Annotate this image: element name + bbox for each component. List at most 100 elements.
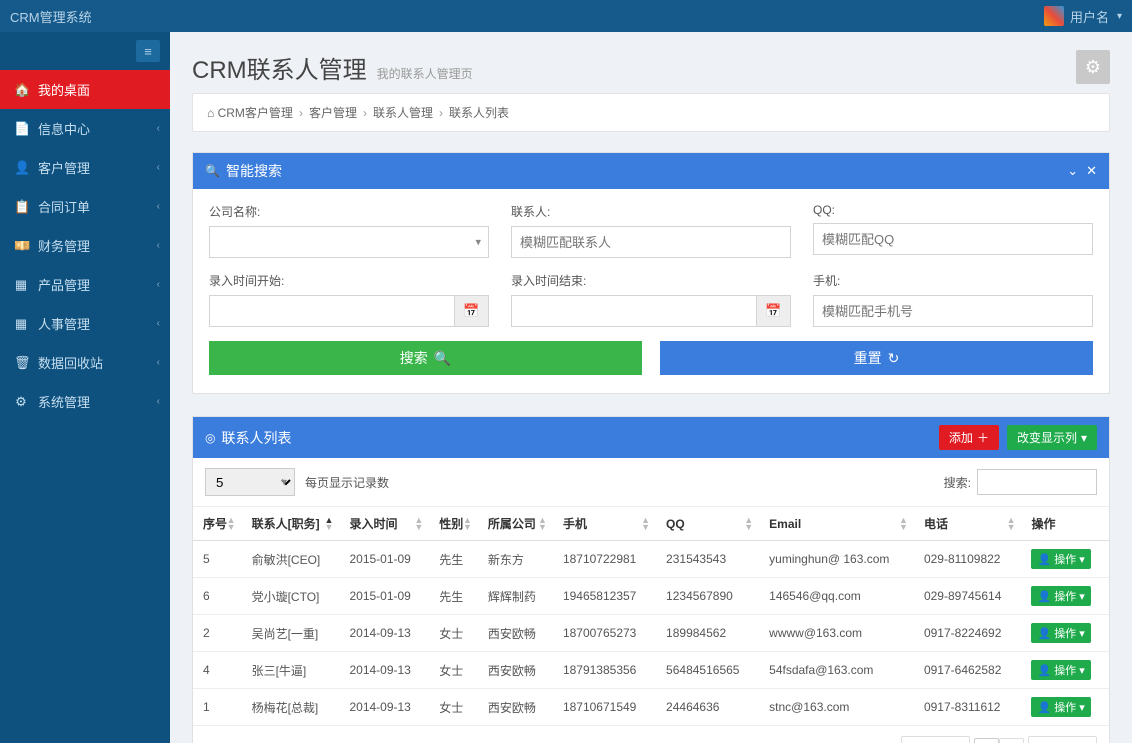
sidebar-item-label: 系统管理 xyxy=(38,392,90,411)
col-header-2[interactable]: 录入时间▲▼ xyxy=(339,507,429,541)
table-cell: 党小璇[CTO] xyxy=(242,578,340,615)
username-label: 用户名 xyxy=(1070,7,1109,26)
chevron-left-icon: ‹ xyxy=(157,123,160,134)
op-label: 操作 xyxy=(1054,588,1076,604)
sidebar-item-6[interactable]: ▦人事管理‹ xyxy=(0,304,170,343)
col-header-8[interactable]: 电话▲▼ xyxy=(914,507,1022,541)
table-cell: 新东方 xyxy=(478,541,553,578)
op-label: 操作 xyxy=(1054,625,1076,641)
home-icon: ⌂ xyxy=(207,106,214,120)
col-header-5[interactable]: 手机▲▼ xyxy=(553,507,656,541)
page-size-select[interactable]: 5 xyxy=(205,468,295,496)
col-header-0[interactable]: 序号▲▼ xyxy=(193,507,242,541)
row-action-button[interactable]: 👤操作▾ xyxy=(1031,623,1090,643)
person-icon: 👤 xyxy=(1037,627,1051,640)
row-action-button[interactable]: 👤操作▾ xyxy=(1031,549,1090,569)
end-date-input[interactable] xyxy=(511,295,757,327)
table-cell-op: 👤操作▾ xyxy=(1021,541,1109,578)
search-button[interactable]: 搜索 🔍 xyxy=(209,341,642,375)
user-menu[interactable]: 用户名 ▾ xyxy=(1044,6,1122,26)
table-cell: 5 xyxy=(193,541,242,578)
col-header-7[interactable]: Email▲▼ xyxy=(759,507,914,541)
row-action-button[interactable]: 👤操作▾ xyxy=(1031,660,1090,680)
table-cell: 女士 xyxy=(429,689,478,726)
sidebar-item-4[interactable]: 💴财务管理‹ xyxy=(0,226,170,265)
contact-input[interactable] xyxy=(511,226,791,258)
breadcrumb-item[interactable]: CRM客户管理 xyxy=(218,106,293,120)
add-button-label: 添加 xyxy=(949,429,973,446)
sidebar-icon: ▦ xyxy=(14,277,28,293)
table-cell: 18700765273 xyxy=(553,615,656,652)
header-label: QQ xyxy=(666,517,685,531)
sidebar-icon: 📋 xyxy=(14,199,28,215)
table-cell: 0917-6462582 xyxy=(914,652,1022,689)
add-button[interactable]: 添加 ＋ xyxy=(939,425,999,450)
close-icon[interactable]: ✕ xyxy=(1086,163,1097,179)
sidebar-item-1[interactable]: 📄信息中心‹ xyxy=(0,109,170,148)
collapse-icon[interactable]: ⌄ xyxy=(1067,163,1078,179)
col-header-1[interactable]: 联系人[职务]▲▼ xyxy=(242,507,340,541)
row-action-button[interactable]: 👤操作▾ xyxy=(1031,586,1090,606)
table-search-input[interactable] xyxy=(977,469,1097,495)
start-date-input[interactable] xyxy=(209,295,455,327)
columns-button[interactable]: 改变显示列 ▾ xyxy=(1007,425,1097,450)
table-cell: 1 xyxy=(193,689,242,726)
table-cell: wwww@163.com xyxy=(759,615,914,652)
refresh-icon: ↻ xyxy=(888,350,900,367)
table-cell: 西安欧畅 xyxy=(478,615,553,652)
sidebar-item-2[interactable]: 👤客户管理‹ xyxy=(0,148,170,187)
header-label: 手机 xyxy=(563,517,587,531)
list-panel-title: 联系人列表 xyxy=(221,428,291,448)
calendar-icon[interactable]: 📅 xyxy=(455,295,489,327)
chevron-down-icon: ▾ xyxy=(1079,664,1085,677)
col-header-4[interactable]: 所属公司▲▼ xyxy=(478,507,553,541)
row-action-button[interactable]: 👤操作▾ xyxy=(1031,697,1090,717)
qq-input[interactable] xyxy=(813,223,1093,255)
sort-icon: ▲▼ xyxy=(227,517,236,531)
topbar: CRM管理系统 用户名 ▾ xyxy=(0,0,1132,32)
list-panel: ◎ 联系人列表 添加 ＋ 改变显示列 ▾ 5 每页显示 xyxy=(192,416,1110,743)
header-label: 操作 xyxy=(1031,517,1055,531)
table-cell: stnc@163.com xyxy=(759,689,914,726)
sidebar-item-3[interactable]: 📋合同订单‹ xyxy=(0,187,170,226)
table-cell: 18710722981 xyxy=(553,541,656,578)
breadcrumb-item[interactable]: 客户管理 xyxy=(309,106,357,120)
col-header-3[interactable]: 性别▲▼ xyxy=(429,507,478,541)
sidebar-item-8[interactable]: ⚙系统管理‹ xyxy=(0,382,170,421)
breadcrumb-item[interactable]: 联系人列表 xyxy=(449,106,509,120)
sidebar-item-5[interactable]: ▦产品管理‹ xyxy=(0,265,170,304)
end-date-label: 录入时间结束: xyxy=(511,272,791,289)
table-cell: 吴尚艺[一重] xyxy=(242,615,340,652)
sidebar-item-label: 人事管理 xyxy=(38,314,90,333)
chevron-left-icon: ‹ xyxy=(157,201,160,212)
reset-button[interactable]: 重置 ↻ xyxy=(660,341,1093,375)
prev-page-button[interactable]: ← 上一页 xyxy=(901,736,970,743)
table-cell: 0917-8224692 xyxy=(914,615,1022,652)
chevron-left-icon: ‹ xyxy=(157,396,160,407)
table-cell: 19465812357 xyxy=(553,578,656,615)
phone-input[interactable] xyxy=(813,295,1093,327)
sidebar-item-label: 我的桌面 xyxy=(38,80,90,99)
chevron-left-icon: ‹ xyxy=(157,279,160,290)
sidebar-item-0[interactable]: 🏠我的桌面 xyxy=(0,70,170,109)
person-icon: 👤 xyxy=(1037,590,1051,603)
table-toolbar: 5 每页显示记录数 搜索: xyxy=(193,458,1109,507)
sort-icon: ▲▼ xyxy=(463,517,472,531)
person-icon: 👤 xyxy=(1037,553,1051,566)
breadcrumb-item[interactable]: 联系人管理 xyxy=(373,106,433,120)
table-cell: 2015-01-09 xyxy=(339,578,429,615)
next-page-button[interactable]: 下一页 → xyxy=(1028,736,1097,743)
page-button-2[interactable]: 2 xyxy=(999,738,1024,743)
company-select[interactable] xyxy=(209,226,489,258)
calendar-icon[interactable]: 📅 xyxy=(757,295,791,327)
table-cell: 1234567890 xyxy=(656,578,759,615)
settings-button[interactable]: ⚙ xyxy=(1076,50,1110,84)
col-header-9[interactable]: 操作 xyxy=(1021,507,1109,541)
pager: ← 上一页 12 下一页 → xyxy=(901,736,1097,743)
plus-icon: ＋ xyxy=(977,429,989,446)
breadcrumb: ⌂ CRM客户管理›客户管理›联系人管理›联系人列表 xyxy=(192,93,1110,132)
page-button-1[interactable]: 1 xyxy=(974,738,999,743)
sidebar-item-7[interactable]: 🗑数据回收站‹ xyxy=(0,343,170,382)
col-header-6[interactable]: QQ▲▼ xyxy=(656,507,759,541)
sidebar-toggle-button[interactable]: ≡ xyxy=(136,40,160,62)
